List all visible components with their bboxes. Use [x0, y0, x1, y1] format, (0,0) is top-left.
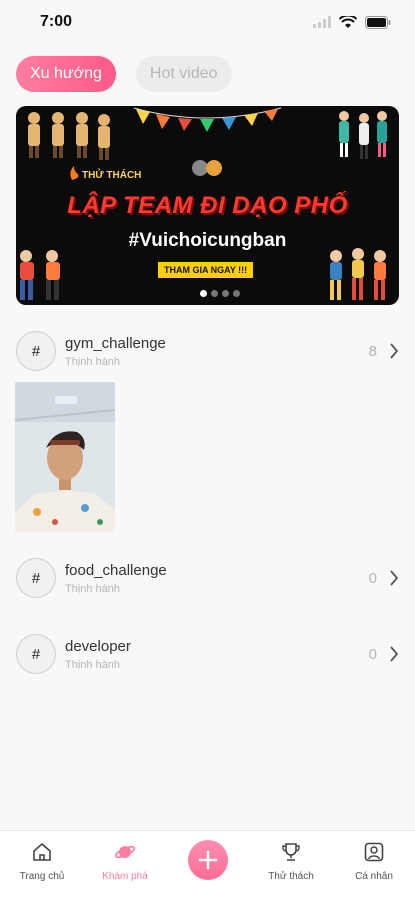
nav-challenge[interactable]: Thử thách — [256, 841, 326, 882]
hashtag-icon: # — [16, 331, 56, 371]
signal-icon — [313, 16, 331, 28]
plus-icon — [198, 850, 218, 870]
planet-icon — [115, 845, 135, 859]
nav-home-label: Trang chủ — [19, 871, 65, 882]
challenge-subtitle: Thịnh hành — [65, 355, 121, 368]
pagination-dot[interactable] — [211, 290, 218, 297]
pagination-dot[interactable] — [222, 290, 229, 297]
video-thumbnail[interactable] — [15, 382, 115, 532]
profile-icon — [364, 842, 384, 862]
challenge-banner[interactable]: THỬ THÁCH LẬP TEAM ĐI DẠO PHỐ #Vuichoicu… — [16, 106, 399, 305]
hashtag-icon: # — [16, 558, 56, 598]
tab-bar: Xu hướng Hot video — [16, 56, 232, 92]
challenge-title: developer — [65, 637, 131, 655]
tab-hot-video[interactable]: Hot video — [135, 56, 232, 92]
banner-cta-button[interactable]: THAM GIA NGAY !!! — [158, 262, 254, 278]
challenge-title: gym_challenge — [65, 334, 166, 352]
challenge-row-gym[interactable]: # gym_challenge Thịnh hành 8 — [16, 328, 399, 374]
challenge-row-developer[interactable]: # developer Thịnh hành 0 — [16, 631, 399, 677]
challenge-count: 0 — [368, 645, 377, 663]
nav-profile[interactable]: Cá nhân — [339, 841, 409, 882]
chevron-right-icon — [390, 343, 399, 359]
chevron-right-icon — [390, 646, 399, 662]
video-thumbnail-image — [15, 382, 115, 532]
challenge-subtitle: Thịnh hành — [65, 582, 121, 595]
battery-icon — [365, 15, 391, 29]
bottom-navigation: Trang chủ Khám phá Thử thách Cá nhân — [0, 830, 415, 900]
challenge-subtitle: Thịnh hành — [65, 658, 121, 671]
trophy-icon — [282, 843, 300, 861]
challenge-title: food_challenge — [65, 561, 167, 579]
challenge-count: 8 — [368, 342, 377, 360]
home-icon — [33, 843, 51, 861]
nav-profile-label: Cá nhân — [355, 871, 393, 882]
nav-explore-label: Khám phá — [102, 871, 148, 882]
nav-explore[interactable]: Khám phá — [90, 841, 160, 882]
challenge-count: 0 — [368, 569, 377, 587]
nav-challenge-label: Thử thách — [268, 871, 314, 882]
status-time: 7:00 — [40, 13, 73, 30]
tab-trending[interactable]: Xu hướng — [16, 56, 116, 92]
banner-title: LẬP TEAM ĐI DẠO PHỐ — [67, 192, 348, 219]
banner-kicker: THỬ THÁCH — [82, 170, 142, 181]
hashtag-icon: # — [16, 634, 56, 674]
pagination-dot[interactable] — [233, 290, 240, 297]
pagination-dot[interactable] — [200, 290, 207, 297]
create-post-button[interactable] — [188, 840, 228, 880]
status-icons — [313, 15, 391, 29]
challenge-row-food[interactable]: # food_challenge Thịnh hành 0 — [16, 555, 399, 601]
status-bar: 7:00 — [0, 0, 415, 44]
nav-home[interactable]: Trang chủ — [7, 841, 77, 882]
chevron-right-icon — [390, 570, 399, 586]
banner-pagination — [200, 290, 240, 297]
wifi-icon — [339, 15, 357, 28]
banner-hashtag: #Vuichoicungban — [128, 230, 287, 251]
